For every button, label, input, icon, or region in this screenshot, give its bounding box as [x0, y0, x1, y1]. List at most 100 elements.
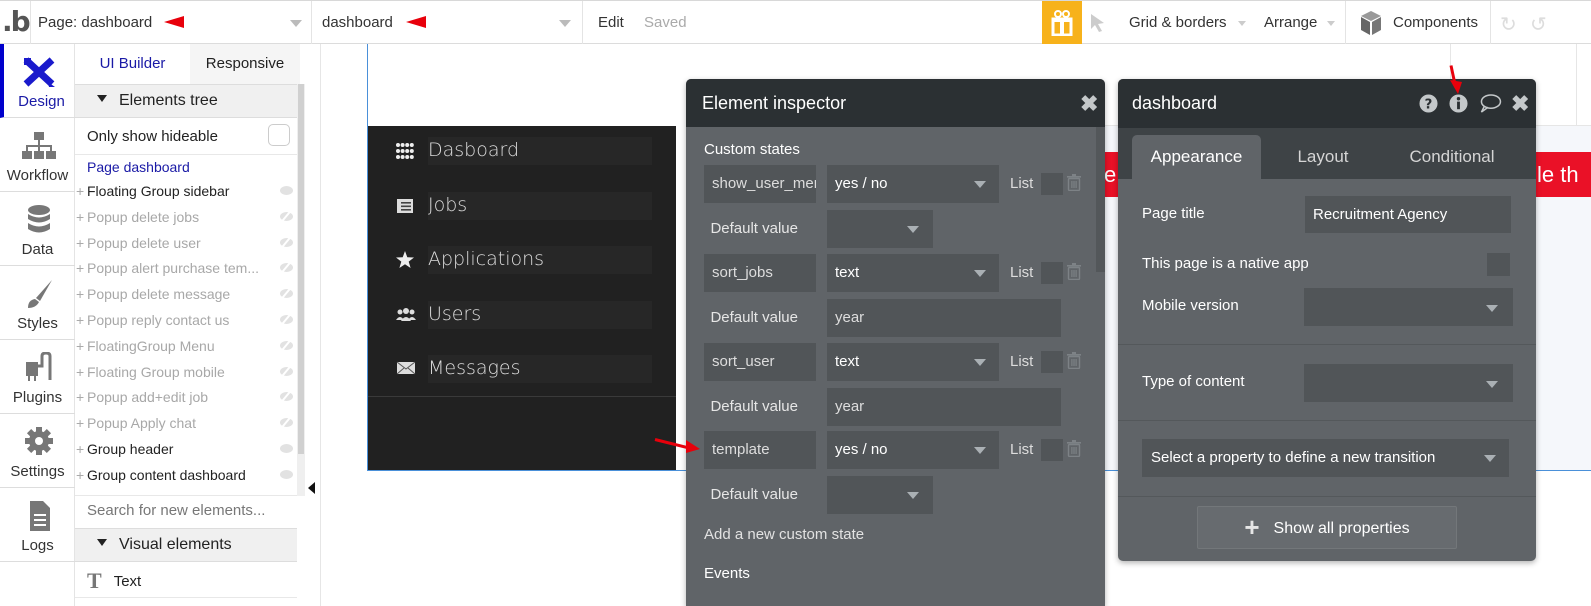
sidebar-menu-item-dasboard[interactable]: Dasboard [368, 137, 676, 165]
state-name-input[interactable]: sort_jobs [704, 253, 816, 292]
tree-item[interactable]: + Popup reply contact us [75, 310, 297, 336]
tree-item[interactable]: + Group content dashboard [75, 465, 297, 491]
tab-responsive[interactable]: Responsive [190, 44, 300, 84]
tree-item[interactable]: + Popup add+edit job [75, 387, 297, 413]
page-selector[interactable]: Page: dashboard [38, 14, 152, 31]
redo-icon[interactable]: ↺ [1530, 12, 1547, 37]
expand-plus-icon[interactable]: + [76, 364, 84, 380]
collapse-panel-icon[interactable] [308, 482, 315, 494]
expand-plus-icon[interactable]: + [76, 260, 84, 276]
components-button[interactable]: Components [1393, 14, 1478, 31]
list-checkbox[interactable] [1041, 173, 1063, 195]
sidebar-menu-item-users[interactable]: Users [368, 300, 676, 329]
bubble-logo[interactable]: .b [2, 5, 31, 41]
expand-plus-icon[interactable]: + [76, 312, 84, 328]
list-checkbox[interactable] [1041, 439, 1063, 462]
rail-item-workflow[interactable]: Workflow [0, 118, 75, 192]
expand-plus-icon[interactable]: + [76, 415, 84, 431]
close-icon[interactable]: ✖ [1080, 91, 1098, 117]
mobile-version-dropdown[interactable] [1304, 288, 1513, 326]
tab-appearance[interactable]: Appearance [1132, 135, 1261, 179]
type-of-content-dropdown[interactable] [1304, 364, 1513, 402]
tree-scrollbar[interactable] [298, 84, 304, 454]
eye-slash-icon[interactable] [280, 315, 293, 324]
elements-tree-header[interactable]: Elements tree [75, 84, 297, 118]
search-elements-input[interactable]: Search for new elements... [87, 502, 265, 519]
element-selector-caret-icon[interactable] [559, 20, 571, 27]
rail-item-design[interactable]: Design [0, 44, 75, 118]
native-app-checkbox[interactable] [1487, 253, 1510, 276]
expand-plus-icon[interactable]: + [76, 183, 84, 199]
inspector-scrollbar[interactable] [1096, 127, 1105, 272]
trash-icon[interactable] [1067, 440, 1081, 458]
list-checkbox[interactable] [1041, 261, 1063, 284]
eye-slash-icon[interactable] [280, 392, 293, 402]
show-all-properties-button[interactable]: + Show all properties [1197, 506, 1457, 549]
sidebar-menu-item-applications[interactable]: Applications [368, 246, 676, 274]
tab-ui-builder[interactable]: UI Builder [75, 44, 190, 84]
state-name-input[interactable]: show_user_menu [704, 165, 816, 203]
page-title-input[interactable]: Recruitment Agency [1305, 196, 1511, 233]
eye-icon[interactable] [280, 444, 293, 453]
page-selector-caret-icon[interactable] [290, 20, 302, 27]
sidebar-menu-item-jobs[interactable]: Jobs [368, 191, 676, 220]
tree-page-root[interactable]: Page dashboard [87, 159, 190, 175]
tab-layout[interactable]: Layout [1278, 135, 1368, 179]
trash-icon[interactable] [1067, 174, 1081, 192]
rail-item-settings[interactable]: Settings [0, 414, 75, 488]
expand-plus-icon[interactable]: + [76, 467, 84, 483]
floating-group-sidebar[interactable]: Dasboard Jobs Applications Users Messages [368, 126, 676, 470]
default-value-input[interactable]: year [827, 298, 1061, 337]
eye-icon[interactable] [280, 186, 293, 195]
property-editor-header[interactable]: dashboard ? ✖ [1118, 79, 1536, 128]
eye-slash-icon[interactable] [280, 289, 293, 299]
arrange-menu[interactable]: Arrange [1264, 14, 1317, 31]
expand-plus-icon[interactable]: + [76, 286, 84, 302]
rail-item-styles[interactable]: Styles [0, 266, 75, 340]
expand-plus-icon[interactable]: + [76, 235, 84, 251]
expand-plus-icon[interactable]: + [76, 338, 84, 354]
expand-plus-icon[interactable]: + [76, 209, 84, 225]
tree-item[interactable]: + Popup Apply chat [75, 413, 297, 439]
eye-slash-icon[interactable] [280, 340, 293, 350]
rail-item-plugins[interactable]: Plugins [0, 340, 75, 414]
rail-item-data[interactable]: Data [0, 192, 75, 266]
help-icon[interactable]: ? [1419, 94, 1438, 113]
eye-slash-icon[interactable] [280, 366, 293, 376]
trash-icon[interactable] [1067, 262, 1081, 280]
grid-borders-menu[interactable]: Grid & borders [1129, 14, 1227, 31]
visual-elements-header[interactable]: Visual elements [75, 528, 297, 562]
tree-item[interactable]: + Popup delete jobs [75, 207, 297, 233]
info-icon[interactable] [1449, 94, 1468, 113]
tree-item[interactable]: + Popup delete user [75, 233, 297, 259]
state-name-input[interactable]: template [704, 431, 816, 470]
expand-plus-icon[interactable]: + [76, 389, 84, 405]
rail-item-logs[interactable]: Logs [0, 488, 75, 562]
list-checkbox[interactable] [1041, 350, 1063, 373]
tree-item[interactable]: + Group header [75, 439, 297, 465]
only-show-hideable-checkbox[interactable] [268, 124, 290, 146]
eye-slash-icon[interactable] [280, 211, 293, 221]
inspector-header[interactable]: Element inspector ✖ [686, 79, 1105, 127]
default-value-input[interactable]: year [827, 387, 1061, 426]
comment-icon[interactable] [1478, 94, 1502, 113]
add-custom-state-link[interactable]: Add a new custom state [704, 526, 864, 543]
tree-item[interactable]: + Popup alert purchase tem... [75, 258, 297, 284]
gift-button[interactable] [1042, 1, 1082, 44]
tree-item[interactable]: + FloatingGroup Menu [75, 336, 297, 362]
close-icon[interactable]: ✖ [1511, 91, 1529, 117]
trash-icon[interactable] [1067, 351, 1081, 369]
tree-item[interactable]: + Floating Group mobile [75, 362, 297, 388]
eye-slash-icon[interactable] [280, 418, 293, 428]
eye-icon[interactable] [280, 469, 293, 479]
edit-menu[interactable]: Edit [598, 14, 624, 31]
element-selector[interactable]: dashboard [322, 14, 393, 31]
sidebar-menu-item-messages[interactable]: Messages [368, 355, 676, 383]
tree-item[interactable]: + Popup delete message [75, 284, 297, 310]
transition-property-dropdown[interactable]: Select a property to define a new transi… [1142, 439, 1509, 477]
undo-icon[interactable]: ↻ [1500, 12, 1517, 37]
expand-plus-icon[interactable]: + [76, 441, 84, 457]
eye-slash-icon[interactable] [280, 263, 293, 273]
tab-conditional[interactable]: Conditional [1393, 135, 1511, 179]
select-cursor-icon[interactable] [1090, 13, 1106, 33]
